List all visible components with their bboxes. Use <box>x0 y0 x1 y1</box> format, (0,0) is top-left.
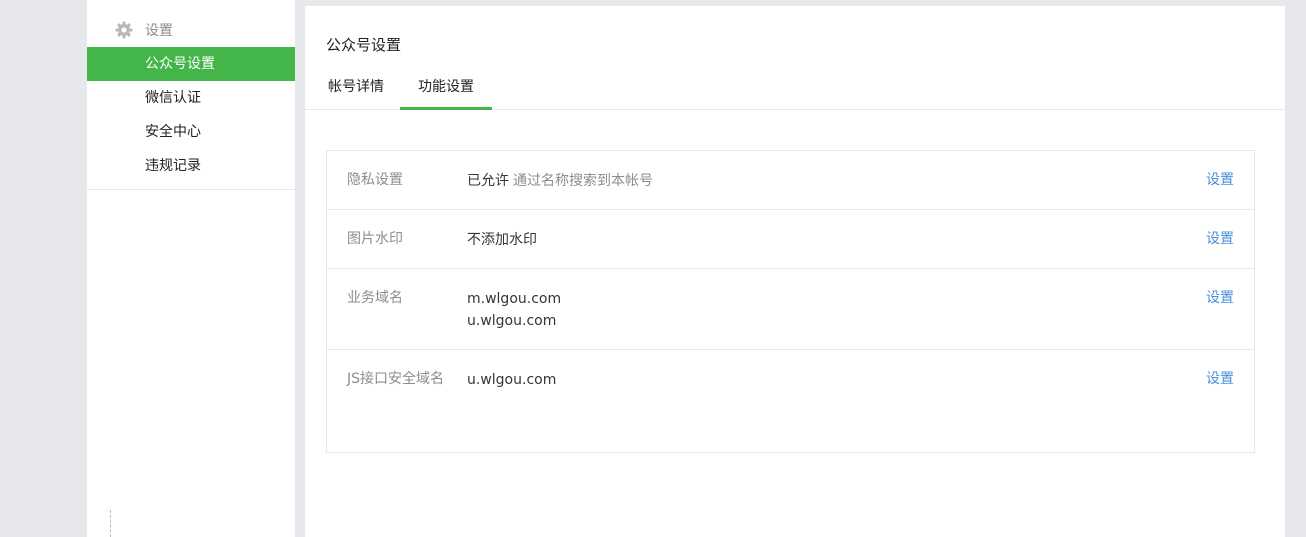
settings-table: 隐私设置 已允许 通过名称搜索到本帐号 设置 图片水印 不添加水印 设置 业务域名… <box>326 150 1255 453</box>
setting-label: JS接口安全域名 <box>347 371 445 387</box>
sidebar: 设置 公众号设置 微信认证 安全中心 违规记录 <box>87 0 296 537</box>
setting-row-privacy: 隐私设置 已允许 通过名称搜索到本帐号 设置 <box>327 151 1254 210</box>
setting-label: 隐私设置 <box>347 172 403 188</box>
setting-value: u.wlgou.com <box>467 372 557 388</box>
setting-value-main: 已允许 <box>467 173 509 189</box>
domain-line: u.wlgou.com <box>467 313 557 329</box>
domain-line: m.wlgou.com <box>467 291 562 307</box>
sidebar-item-label: 安全中心 <box>145 124 201 140</box>
setting-value-sub: 通过名称搜索到本帐号 <box>513 173 653 189</box>
page-title: 公众号设置 <box>326 36 402 54</box>
gear-icon <box>115 21 133 39</box>
js-domain-settings-link[interactable]: 设置 <box>1206 369 1234 389</box>
sidebar-item-violation-records[interactable]: 违规记录 <box>87 149 295 183</box>
tab-label: 功能设置 <box>418 79 474 95</box>
privacy-settings-link[interactable]: 设置 <box>1206 170 1234 190</box>
tab-account-details[interactable]: 帐号详情 <box>326 66 386 110</box>
setting-row-business-domain: 业务域名 m.wlgou.com u.wlgou.com 设置 <box>327 269 1254 350</box>
business-domain-settings-link[interactable]: 设置 <box>1206 288 1234 308</box>
setting-value: 已允许 通过名称搜索到本帐号 <box>467 170 653 192</box>
sidebar-item-account-settings[interactable]: 公众号设置 <box>87 47 295 81</box>
setting-value: 不添加水印 <box>467 232 537 248</box>
setting-value: m.wlgou.com u.wlgou.com <box>467 288 561 332</box>
sidebar-group-settings: 设置 <box>115 19 173 41</box>
sidebar-item-label: 微信认证 <box>145 90 201 106</box>
sidebar-group-label: 设置 <box>145 23 173 39</box>
sidebar-dashed-line <box>110 510 111 537</box>
tab-bar: 帐号详情 功能设置 <box>305 66 1285 110</box>
sidebar-divider <box>87 189 295 190</box>
sidebar-item-label: 公众号设置 <box>145 56 215 72</box>
sidebar-item-wechat-verification[interactable]: 微信认证 <box>87 81 295 115</box>
setting-row-js-domain: JS接口安全域名 u.wlgou.com 设置 <box>327 350 1254 452</box>
setting-label: 业务域名 <box>347 290 403 306</box>
tab-function-settings[interactable]: 功能设置 <box>400 66 492 110</box>
sidebar-item-label: 违规记录 <box>145 158 201 174</box>
setting-row-watermark: 图片水印 不添加水印 设置 <box>327 210 1254 269</box>
watermark-settings-link[interactable]: 设置 <box>1206 229 1234 249</box>
setting-label: 图片水印 <box>347 231 403 247</box>
main-panel: 公众号设置 帐号详情 功能设置 隐私设置 已允许 通过名称搜索到本帐号 设置 图片… <box>305 6 1285 537</box>
sidebar-item-security-center[interactable]: 安全中心 <box>87 115 295 149</box>
tab-label: 帐号详情 <box>328 79 384 95</box>
